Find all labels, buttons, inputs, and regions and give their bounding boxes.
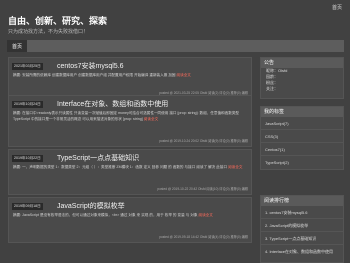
post-meta: posted @ 2019-09-18 14:42 Olsfd 阅读(4) 评论… bbox=[159, 235, 248, 239]
post-summary-text: 摘要: JavaScript 是没有枚举语法的，但可以通过对象来模拟，<br> … bbox=[13, 213, 198, 217]
read-more-link[interactable]: 阅读全文 bbox=[199, 213, 213, 217]
post-card: 2019年10月24日 Interface在对象、数组和函数中使用 摘要: 在接… bbox=[8, 95, 252, 147]
post-date: 2021年03月25日 bbox=[12, 63, 43, 70]
profile-following: 关注： bbox=[266, 86, 278, 91]
post-title-link[interactable]: centos7安装mysql5.6 bbox=[57, 61, 124, 71]
post-summary-text: 摘要: 在接口中 readonly表示只读属性 只读变量一次赋值后即固定 mon… bbox=[13, 111, 240, 121]
site-title: 自由、创新、研究、探索 bbox=[8, 16, 108, 26]
post-meta: posted @ 2019-10-22 20:42 Olsfd 阅读(10) 评… bbox=[157, 187, 248, 191]
category-item[interactable]: JavaScript(7) bbox=[261, 117, 343, 130]
post-card: 2019年09月18日 JavaScript的模拟枚举 摘要: JavaScri… bbox=[8, 197, 252, 243]
post-card: 2019年10月22日 TypeScript一点点基础知识 摘要: 一、声明数据… bbox=[8, 149, 252, 195]
ranking-item[interactable]: 3. TypeScript一点点基础知识 bbox=[261, 232, 343, 245]
widget-title: 公告 bbox=[261, 58, 343, 68]
categories-widget: 我的标签 JavaScript(7) CSS(3) Centos7(1) Typ… bbox=[260, 106, 344, 170]
site-subtitle: 只为成功找方法，不为失败找借口！ bbox=[8, 29, 89, 35]
ranking-item[interactable]: 1. centos7安装mysql5.6 bbox=[261, 206, 343, 219]
widget-title: 我的标签 bbox=[261, 107, 343, 117]
category-item[interactable]: CSS(3) bbox=[261, 130, 343, 143]
read-more-link[interactable]: 阅读全文 bbox=[144, 117, 158, 121]
read-ranking-widget: 阅读排行榜 1. centos7安装mysql5.6 2. JavaScript… bbox=[260, 195, 344, 263]
widget-title: 阅读排行榜 bbox=[261, 196, 343, 206]
post-title-link[interactable]: JavaScript的模拟枚举 bbox=[57, 201, 125, 211]
announcement-widget: 公告 昵称：Olsfd 园龄： 粉丝： 关注： bbox=[260, 57, 344, 99]
post-card: 2021年03月25日 centos7安装mysql5.6 摘要: 安装所需的依… bbox=[8, 57, 252, 99]
post-summary: 摘要: 在接口中 readonly表示只读属性 只读变量一次赋值后即固定 mon… bbox=[13, 110, 249, 122]
navbar: 首页 bbox=[7, 40, 344, 52]
home-link[interactable]: 首页 bbox=[332, 4, 342, 11]
post-summary-text: 摘要: 安装所需的依赖库 创建数据库用户 创建数据库用户组 并配置用户权限 开始… bbox=[13, 73, 176, 77]
ranking-item[interactable]: 2. JavaScript的模拟枚举 bbox=[261, 219, 343, 232]
post-title-link[interactable]: Interface在对象、数组和函数中使用 bbox=[57, 99, 168, 109]
post-date: 2019年10月22日 bbox=[12, 155, 43, 162]
post-date: 2019年09月18日 bbox=[12, 203, 43, 210]
category-item[interactable]: Centos7(1) bbox=[261, 143, 343, 156]
post-title-link[interactable]: TypeScript一点点基础知识 bbox=[57, 153, 139, 163]
post-summary: 摘要: 一、声明数据的类型 1：数据类型 2：元组（ ）：类型推断 ZM模块 1… bbox=[13, 164, 249, 170]
post-list: 2021年03月25日 centos7安装mysql5.6 摘要: 安装所需的依… bbox=[8, 57, 252, 263]
post-date: 2019年10月24日 bbox=[12, 101, 43, 108]
category-item[interactable]: TypeScript(2) bbox=[261, 156, 343, 169]
read-more-link[interactable]: 阅读全文 bbox=[177, 73, 191, 77]
post-summary: 摘要: JavaScript 是没有枚举语法的，但可以通过对象来模拟，<br> … bbox=[13, 212, 249, 218]
read-more-link[interactable]: 阅读全文 bbox=[228, 165, 242, 169]
nav-home-button[interactable]: 首页 bbox=[7, 40, 27, 52]
post-meta: posted @ 2019-10-24 20:02 Olsfd 阅读(9) 评论… bbox=[159, 139, 248, 143]
post-summary: 摘要: 安装所需的依赖库 创建数据库用户 创建数据库用户组 并配置用户权限 开始… bbox=[13, 72, 249, 78]
post-summary-text: 摘要: 一、声明数据的类型 1：数据类型 2：元组（ ）：类型推断 ZM模块 1… bbox=[13, 165, 228, 169]
ranking-item[interactable]: 4. Interface在对象、数组和函数中使用 bbox=[261, 245, 343, 258]
